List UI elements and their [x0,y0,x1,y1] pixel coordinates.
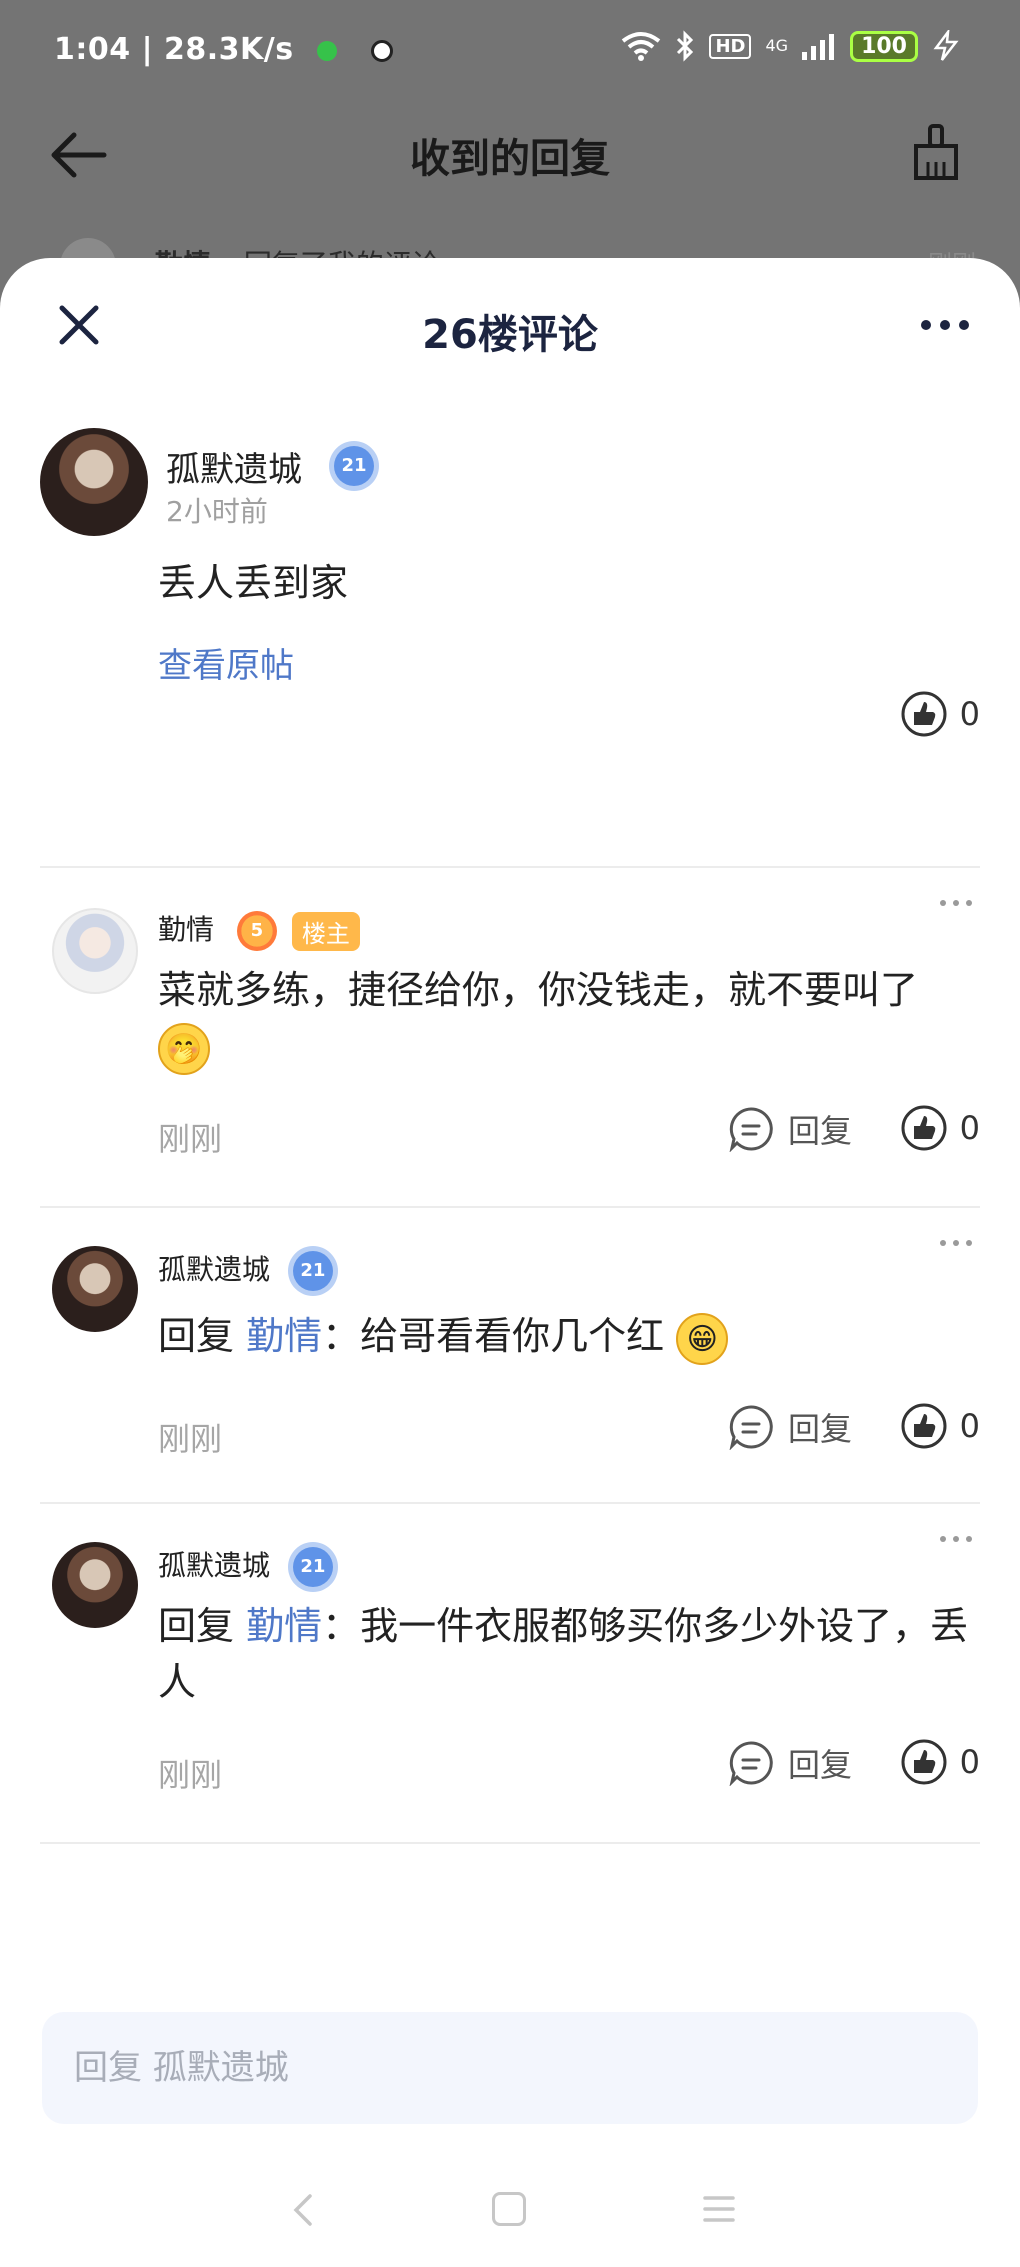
yin-yang-icon [371,39,394,62]
reply-label: 回复 [788,1112,853,1150]
level-badge: 21 [292,1251,333,1291]
reply-content: 回复 勤情：我一件衣服都够买你多少外设了，丢人 [158,1598,978,1710]
reply-time: 刚刚 [158,1756,223,1794]
sheet-header: 26楼评论 [0,258,1020,388]
reply-label: 回复 [788,1746,853,1784]
reply-content: 菜就多练，捷径给你，你没钱走，就不要叫了 🤭 [158,962,978,1075]
reply-item: 勤情 5 楼主 菜就多练，捷径给你，你没钱走，就不要叫了 🤭 刚刚 回复 0 [0,868,1020,1208]
battery-icon: 100 [850,30,918,62]
avatar[interactable] [52,1246,138,1332]
avatar[interactable] [52,1542,138,1628]
like-button[interactable]: 0 [900,1738,980,1786]
reply-item: 孤默遗城 21 回复 勤情：给哥看看你几个红 😁 刚刚 回复 0 [0,1208,1020,1504]
hd-icon: HD [709,33,752,59]
reply-label: 回复 [788,1410,853,1448]
level-badge: 5 [236,911,277,951]
like-button[interactable]: 0 [900,1104,980,1152]
bluetooth-icon [677,30,694,62]
mention-link[interactable]: 勤情 [246,1314,322,1358]
like-count: 0 [959,695,980,733]
status-time: 1:04 | 28.3K/s [54,32,294,67]
comment-icon [729,1741,773,1786]
thumbs-up-icon [901,691,947,737]
wifi-icon [622,32,661,61]
charging-icon [933,30,959,61]
view-original-post-link[interactable]: 查看原帖 [158,638,294,687]
reply-author-row: 孤默遗城 21 [158,1248,333,1291]
signal-icon [802,34,835,60]
reply-prefix: 回复 [158,1604,235,1648]
reply-item: 孤默遗城 21 回复 勤情：我一件衣服都够买你多少外设了，丢人 刚刚 回复 0 [0,1504,1020,1844]
reply-button[interactable]: 回复 [728,1404,852,1450]
comment-icon [729,1405,773,1450]
sheet-title: 26楼评论 [422,312,598,358]
network-type: 4G [765,36,789,55]
divider [40,1842,980,1844]
author-name[interactable]: 孤默遗城 [166,442,302,491]
like-count: 0 [959,1407,980,1445]
reply-more-icon[interactable] [932,892,980,914]
reply-author-row: 孤默遗城 21 [158,1544,333,1587]
reply-content: 回复 勤情：给哥看看你几个红 😁 [158,1308,978,1365]
reply-button[interactable]: 回复 [728,1106,852,1152]
reply-more-icon[interactable] [932,1528,980,1550]
comment-sheet: 26楼评论 孤默遗城 21 2小时前 丢人丢到家 查看原帖 0 勤情 5 楼主 … [0,258,1020,2267]
reply-text: 菜就多练，捷径给你，你没钱走，就不要叫了 [158,968,919,1012]
comment-content: 丢人丢到家 [158,561,349,605]
status-icons: HD 4G 100 [621,30,960,62]
avatar[interactable] [52,908,138,994]
author-name[interactable]: 孤默遗城 [158,1253,270,1286]
comment-time: 2小时前 [166,495,268,528]
host-badge: 楼主 [291,911,360,951]
reply-prefix: 回复 [158,1314,235,1358]
status-bar: 1:04 | 28.3K/s HD 4G 100 [0,0,1020,100]
nav-home-icon[interactable] [492,2192,526,2226]
reply-text: ：给哥看看你几个红 [322,1314,665,1358]
level-badge: 21 [292,1547,333,1587]
reply-input[interactable]: 回复 孤默遗城 [42,2012,978,2124]
author-name[interactable]: 孤默遗城 [158,1549,270,1582]
level-badge: 21 [334,446,374,486]
more-options-icon[interactable] [910,300,980,350]
reply-button[interactable]: 回复 [728,1740,852,1786]
background-header: 收到的回复 [0,100,1020,210]
avatar[interactable] [40,428,148,536]
like-button[interactable]: 0 [900,1402,980,1450]
nav-back-icon[interactable] [288,2192,318,2228]
comment-icon [729,1107,773,1152]
system-nav-bar [0,2170,1020,2250]
like-button[interactable]: 0 [900,690,980,738]
status-time-speed: 1:04 | 28.3K/s [54,32,394,67]
reply-time: 刚刚 [158,1420,223,1458]
emoji-icon: 🤭 [158,1022,210,1075]
reply-more-icon[interactable] [932,1232,980,1254]
thumbs-up-icon [901,1403,947,1449]
like-count: 0 [959,1743,980,1781]
mention-link[interactable]: 勤情 [246,1604,322,1648]
nav-menu-icon[interactable] [702,2192,736,2226]
background-page-title: 收到的回复 [410,136,610,182]
like-count: 0 [959,1109,980,1147]
thumbs-up-icon [901,1105,947,1151]
reply-time: 刚刚 [158,1120,223,1158]
author-name[interactable]: 勤情 [158,913,214,946]
emoji-icon: 😁 [676,1312,729,1365]
broom-icon[interactable] [910,122,962,182]
reply-author-row: 勤情 5 楼主 [158,908,360,951]
app-notification-icon [316,40,337,61]
main-comment: 孤默遗城 21 2小时前 丢人丢到家 查看原帖 0 [0,388,1020,868]
thumbs-up-icon [901,1739,947,1785]
